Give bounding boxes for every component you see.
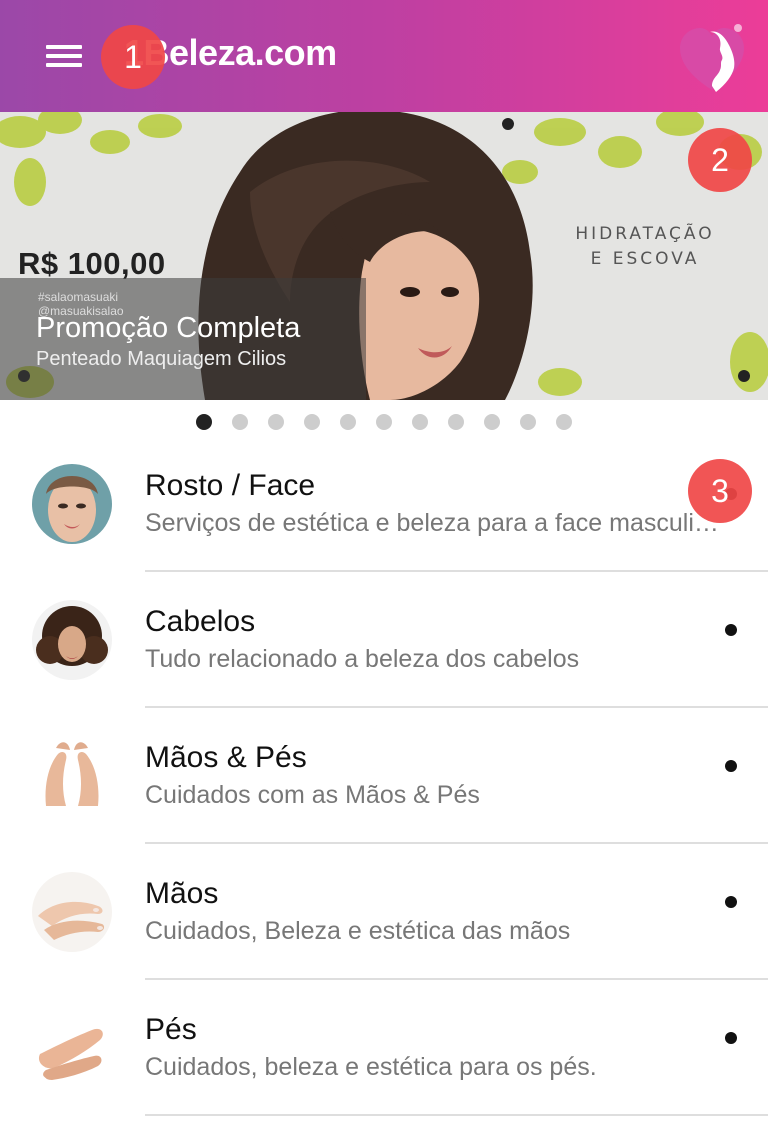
item-subtitle: Cuidados, Beleza e estética das mãos	[145, 917, 571, 945]
carousel-dot[interactable]	[268, 414, 284, 430]
carousel-dot[interactable]	[196, 414, 212, 430]
item-title: Pés	[145, 1013, 197, 1046]
banner-side-text-line2: E ESCOVA	[590, 249, 700, 269]
marker-1: 1	[101, 25, 165, 89]
carousel-dot[interactable]	[304, 414, 320, 430]
list-item-maos[interactable]: Mãos Cuidados, Beleza e estética das mão…	[0, 844, 768, 980]
feet-thumbnail	[32, 1008, 112, 1088]
list-item-maos-pes[interactable]: Mãos & Pés Cuidados com as Mãos & Pés	[0, 708, 768, 844]
hands-thumbnail	[32, 872, 112, 952]
banner-side-text-line1: HIDRATAÇÃO	[575, 224, 715, 244]
hamburger-menu-icon[interactable]	[34, 30, 94, 82]
item-title: Rosto / Face	[145, 469, 316, 502]
carousel-dot[interactable]	[484, 414, 500, 430]
item-subtitle: Cuidados, beleza e estética para os pés.	[145, 1053, 597, 1081]
woman-profile-logo-icon[interactable]	[672, 18, 752, 98]
hands-feet-thumbnail	[32, 736, 112, 816]
list-item-rosto-face[interactable]: Rosto / Face Serviços de estética e bele…	[0, 436, 768, 572]
item-subtitle: Cuidados com as Mãos & Pés	[145, 781, 480, 809]
banner-price: R$ 100,00	[18, 246, 166, 281]
list-item-pes[interactable]: Pés Cuidados, beleza e estética para os …	[0, 980, 768, 1116]
overflow-dot-icon[interactable]	[725, 624, 737, 636]
item-title: Mãos & Pés	[145, 741, 307, 774]
carousel-dot[interactable]	[340, 414, 356, 430]
hair-thumbnail	[32, 600, 112, 680]
item-subtitle: Tudo relacionado a beleza dos cabelos	[145, 645, 580, 673]
carousel-dot[interactable]	[376, 414, 392, 430]
banner-title: Promoção Completa	[36, 312, 301, 344]
carousel-dot[interactable]	[520, 414, 536, 430]
carousel-dot[interactable]	[412, 414, 428, 430]
marker-2: 2	[688, 128, 752, 192]
divider	[145, 1114, 768, 1116]
face-thumbnail	[32, 464, 112, 544]
carousel-dot[interactable]	[556, 414, 572, 430]
banner-side-text: HIDRATAÇÃO E ESCOVA	[560, 222, 730, 272]
item-subtitle: Serviços de estética e beleza para a fac…	[145, 509, 730, 537]
item-title: Mãos	[145, 877, 219, 910]
banner-subtitle: Penteado Maquiagem Cilios	[36, 348, 287, 370]
list-item-cabelos[interactable]: Cabelos Tudo relacionado a beleza dos ca…	[0, 572, 768, 708]
overflow-dot-icon[interactable]	[725, 1032, 737, 1044]
overflow-dot-icon[interactable]	[725, 760, 737, 772]
marker-3: 3	[688, 459, 752, 523]
promo-banner[interactable]: R$ 100,00 HIDRATAÇÃO E ESCOVA #salaomasu…	[0, 112, 768, 400]
carousel-dot[interactable]	[448, 414, 464, 430]
carousel-dot[interactable]	[232, 414, 248, 430]
item-title: Cabelos	[145, 605, 256, 638]
banner-caption: #salaomasuaki @masuakisalao Promoção Com…	[0, 278, 366, 400]
banner-handle-line1: #salaomasuaki	[38, 290, 119, 304]
overflow-dot-icon[interactable]	[725, 896, 737, 908]
